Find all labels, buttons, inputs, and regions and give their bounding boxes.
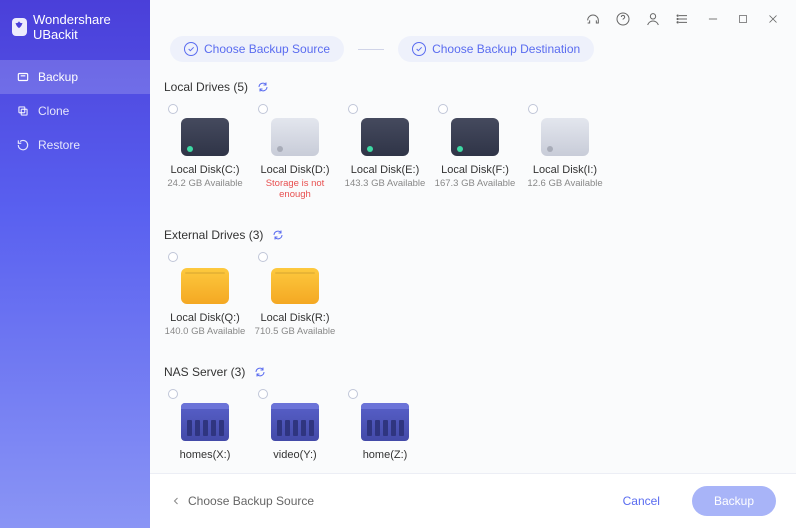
backup-icon — [16, 70, 30, 84]
radio[interactable] — [258, 252, 268, 262]
sidebar: Wondershare UBackit Backup Clone Restore — [0, 0, 150, 528]
main: Choose Backup Source Choose Backup Desti… — [150, 0, 796, 528]
nas-icon — [178, 397, 232, 441]
section-title: Local Drives (5) — [164, 80, 248, 94]
refresh-icon[interactable] — [256, 80, 270, 94]
brand-icon — [12, 18, 27, 36]
drive-nas-x[interactable]: homes(X:) — [160, 389, 250, 473]
hdd-icon — [448, 112, 502, 156]
drive-external-q[interactable]: Local Disk(Q:) 140.0 GB Available — [160, 252, 250, 355]
nav-clone[interactable]: Clone — [0, 94, 150, 128]
nav-label: Restore — [38, 138, 80, 152]
radio[interactable] — [168, 104, 178, 114]
section-nas-header: NAS Server (3) — [160, 359, 776, 389]
drive-local-d[interactable]: Local Disk(D:) Storage is not enough — [250, 104, 340, 218]
refresh-icon[interactable] — [253, 365, 267, 379]
drive-label: Local Disk(I:) — [533, 164, 597, 176]
footer-hint-text: Choose Backup Source — [188, 494, 314, 508]
support-icon[interactable] — [584, 10, 602, 28]
back-icon — [170, 495, 182, 507]
hdd-icon — [268, 112, 322, 156]
radio[interactable] — [348, 389, 358, 399]
nas-icon — [268, 397, 322, 441]
cancel-button[interactable]: Cancel — [601, 486, 682, 516]
drive-sub: 143.3 GB Available — [345, 178, 426, 189]
brand-name: Wondershare UBackit — [33, 12, 138, 42]
restore-icon — [16, 138, 30, 152]
local-drives: Local Disk(C:) 24.2 GB Available Local D… — [160, 104, 776, 222]
nas-drives: homes(X:) video(Y:) home(Z:) — [160, 389, 776, 473]
radio[interactable] — [258, 104, 268, 114]
section-local-header: Local Drives (5) — [160, 74, 776, 104]
section-external-header: External Drives (3) — [160, 222, 776, 252]
drive-local-f[interactable]: Local Disk(F:) 167.3 GB Available — [430, 104, 520, 218]
steps: Choose Backup Source Choose Backup Desti… — [150, 32, 796, 74]
content[interactable]: Local Drives (5) Local Disk(C:) 24.2 GB … — [150, 74, 796, 473]
brand: Wondershare UBackit — [0, 8, 150, 60]
step-label: Choose Backup Destination — [432, 42, 580, 56]
radio[interactable] — [168, 389, 178, 399]
radio[interactable] — [438, 104, 448, 114]
maximize-icon[interactable] — [734, 10, 752, 28]
refresh-icon[interactable] — [271, 228, 285, 242]
nav-label: Backup — [38, 70, 78, 84]
drive-nas-y[interactable]: video(Y:) — [250, 389, 340, 473]
drive-label: video(Y:) — [273, 449, 316, 461]
hdd-icon — [358, 112, 412, 156]
clone-icon — [16, 104, 30, 118]
external-drive-icon — [178, 260, 232, 304]
hdd-icon — [178, 112, 232, 156]
drive-external-r[interactable]: Local Disk(R:) 710.5 GB Available — [250, 252, 340, 355]
drive-label: homes(X:) — [180, 449, 231, 461]
external-drive-icon — [268, 260, 322, 304]
drive-label: Local Disk(C:) — [170, 164, 239, 176]
footer: Choose Backup Source Cancel Backup — [150, 473, 796, 528]
radio[interactable] — [348, 104, 358, 114]
backup-button[interactable]: Backup — [692, 486, 776, 516]
drive-sub: 12.6 GB Available — [527, 178, 602, 189]
drive-label: home(Z:) — [363, 449, 408, 461]
drive-label: Local Disk(E:) — [351, 164, 419, 176]
check-icon — [412, 42, 426, 56]
drive-local-c[interactable]: Local Disk(C:) 24.2 GB Available — [160, 104, 250, 218]
titlebar — [150, 0, 796, 32]
step-destination[interactable]: Choose Backup Destination — [398, 36, 594, 62]
help-icon[interactable] — [614, 10, 632, 28]
step-divider — [358, 49, 384, 50]
drive-sub: 140.0 GB Available — [165, 326, 246, 337]
check-icon — [184, 42, 198, 56]
drive-sub: Storage is not enough — [252, 178, 338, 200]
minimize-icon[interactable] — [704, 10, 722, 28]
hdd-icon — [538, 112, 592, 156]
nav-backup[interactable]: Backup — [0, 60, 150, 94]
nav-restore[interactable]: Restore — [0, 128, 150, 162]
section-title: External Drives (3) — [164, 228, 263, 242]
nas-icon — [358, 397, 412, 441]
drive-sub: 710.5 GB Available — [255, 326, 336, 337]
section-title: NAS Server (3) — [164, 365, 245, 379]
drive-nas-z[interactable]: home(Z:) — [340, 389, 430, 473]
drive-local-i[interactable]: Local Disk(I:) 12.6 GB Available — [520, 104, 610, 218]
drive-local-e[interactable]: Local Disk(E:) 143.3 GB Available — [340, 104, 430, 218]
drive-sub: 24.2 GB Available — [167, 178, 242, 189]
radio[interactable] — [168, 252, 178, 262]
radio[interactable] — [258, 389, 268, 399]
drive-label: Local Disk(D:) — [260, 164, 329, 176]
drive-sub: 167.3 GB Available — [435, 178, 516, 189]
drive-label: Local Disk(F:) — [441, 164, 509, 176]
drive-label: Local Disk(Q:) — [170, 312, 240, 324]
drive-label: Local Disk(R:) — [260, 312, 329, 324]
menu-icon[interactable] — [674, 10, 692, 28]
account-icon[interactable] — [644, 10, 662, 28]
footer-hint[interactable]: Choose Backup Source — [170, 494, 314, 508]
radio[interactable] — [528, 104, 538, 114]
close-icon[interactable] — [764, 10, 782, 28]
external-drives: Local Disk(Q:) 140.0 GB Available Local … — [160, 252, 776, 359]
step-label: Choose Backup Source — [204, 42, 330, 56]
nav-label: Clone — [38, 104, 69, 118]
step-source[interactable]: Choose Backup Source — [170, 36, 344, 62]
